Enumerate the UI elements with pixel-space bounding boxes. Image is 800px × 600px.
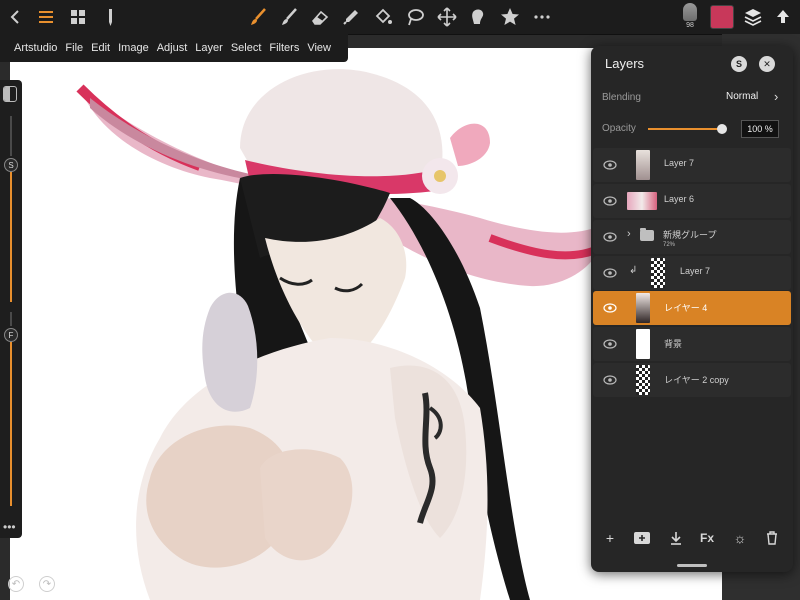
eye-icon[interactable] (603, 159, 617, 171)
menu-image[interactable]: Image (118, 42, 149, 54)
layer-thumbnail (651, 258, 665, 288)
chevron-right-icon[interactable]: › (774, 89, 778, 104)
group-name: 新規グループ (663, 230, 717, 240)
undo-icon[interactable]: ↶ (8, 576, 24, 592)
layer-name: Layer 7 (664, 158, 695, 168)
menu-artstudio[interactable]: Artstudio (14, 42, 57, 54)
add-group-icon[interactable] (631, 528, 653, 548)
eye-icon[interactable] (603, 231, 617, 243)
layers-panel-title: Layers (605, 56, 645, 71)
brush-size-badge[interactable]: 98 (680, 3, 700, 31)
layer-row[interactable]: Layer 6 (593, 184, 791, 218)
eye-icon[interactable] (603, 338, 617, 350)
menu-adjust[interactable]: Adjust (157, 42, 188, 54)
merge-down-icon[interactable] (665, 528, 687, 548)
blending-mode-value[interactable]: Normal (726, 91, 758, 102)
redo-icon[interactable]: ↷ (39, 576, 55, 592)
close-panel-icon[interactable]: ✕ (759, 56, 775, 72)
size-slider-track-top (10, 116, 12, 156)
opacity-value-field[interactable]: 100 % (741, 120, 779, 138)
layer-thumbnail (636, 293, 650, 323)
opacity-slider-knob[interactable] (717, 124, 727, 134)
fill-bucket-icon[interactable] (371, 5, 395, 29)
menu-hamburger-icon[interactable] (34, 5, 58, 29)
layer-name: 背景 (664, 339, 683, 349)
layer-row[interactable]: Layer 7 (593, 148, 791, 182)
eye-icon[interactable] (603, 267, 617, 279)
opacity-slider-track[interactable] (10, 342, 12, 506)
brush-settings-rail: S F ••• (0, 80, 22, 538)
layers-panel-footer: + Fx ☼ (591, 526, 793, 552)
layers-panel: Layers S ✕ Blending Normal › Opacity 100… (591, 46, 793, 572)
top-toolbar: 98 (0, 0, 800, 35)
layer-thumbnail (636, 150, 650, 180)
adjustments-sun-icon[interactable]: ☼ (729, 528, 751, 548)
size-slider-track[interactable] (10, 172, 12, 302)
size-slider-knob[interactable]: S (4, 158, 18, 172)
folder-icon (640, 228, 654, 241)
layer-settings-icon[interactable]: S (731, 56, 747, 72)
lasso-icon[interactable] (403, 5, 427, 29)
layer-thumbnail (636, 365, 650, 395)
blending-label: Blending (602, 92, 641, 103)
layer-row[interactable]: レイヤー 2 copy (593, 363, 791, 397)
opacity-label: Opacity (602, 123, 636, 134)
layer-name: レイヤー 4 (664, 303, 708, 313)
group-opacity: 72% (663, 242, 676, 248)
more-tools-icon[interactable] (530, 5, 554, 29)
clipping-mask-icon: ↲ (629, 265, 638, 276)
effects-fx-icon[interactable]: Fx (696, 528, 718, 548)
grid-icon[interactable] (66, 5, 90, 29)
smudge-brush-icon[interactable] (277, 5, 301, 29)
upload-icon[interactable] (771, 5, 795, 29)
paint-brush-icon[interactable] (246, 5, 270, 29)
pencil-icon[interactable] (98, 5, 122, 29)
brush-size-value: 98 (686, 22, 694, 29)
menu-file[interactable]: File (65, 42, 83, 54)
layer-name: レイヤー 2 copy (664, 375, 729, 385)
eye-icon[interactable] (603, 302, 617, 314)
opacity-slider[interactable] (648, 128, 722, 130)
eye-icon[interactable] (603, 195, 617, 207)
menu-edit[interactable]: Edit (91, 42, 110, 54)
menu-filters[interactable]: Filters (269, 42, 299, 54)
eyedropper-icon[interactable] (339, 5, 363, 29)
move-icon[interactable] (435, 5, 459, 29)
rail-more-icon[interactable]: ••• (3, 520, 16, 534)
opacity-slider-track-top (10, 312, 12, 326)
layer-name: Layer 7 (680, 266, 711, 276)
add-layer-icon[interactable]: + (599, 528, 621, 548)
layer-thumbnail (627, 192, 657, 210)
expand-chevron-icon[interactable]: › (627, 228, 631, 240)
panel-grab-handle[interactable] (677, 564, 707, 567)
brush-preview-icon (683, 3, 697, 21)
eye-icon[interactable] (603, 374, 617, 386)
split-view-toggle-icon[interactable] (3, 86, 17, 102)
back-chevron-icon[interactable] (4, 5, 28, 29)
layer-thumbnail (636, 329, 650, 359)
eraser-icon[interactable] (308, 5, 332, 29)
menu-view[interactable]: View (307, 42, 331, 54)
main-menu-bar: Artstudio File Edit Image Adjust Layer S… (0, 34, 348, 62)
menu-select[interactable]: Select (231, 42, 262, 54)
layer-row[interactable]: 背景 (593, 327, 791, 361)
star-shape-icon[interactable] (498, 5, 522, 29)
trash-icon[interactable] (761, 528, 783, 548)
stamp-icon[interactable] (466, 5, 490, 29)
layers-stack-icon[interactable] (741, 5, 765, 29)
opacity-slider-knob[interactable]: F (4, 328, 18, 342)
layer-group-row[interactable]: › 新規グループ 72% (593, 220, 791, 254)
layer-name: Layer 6 (664, 194, 695, 204)
layer-row[interactable]: ↲ Layer 7 (593, 256, 791, 290)
layer-row-selected[interactable]: レイヤー 4 (593, 291, 791, 325)
color-swatch[interactable] (710, 5, 734, 29)
menu-layer[interactable]: Layer (195, 42, 223, 54)
